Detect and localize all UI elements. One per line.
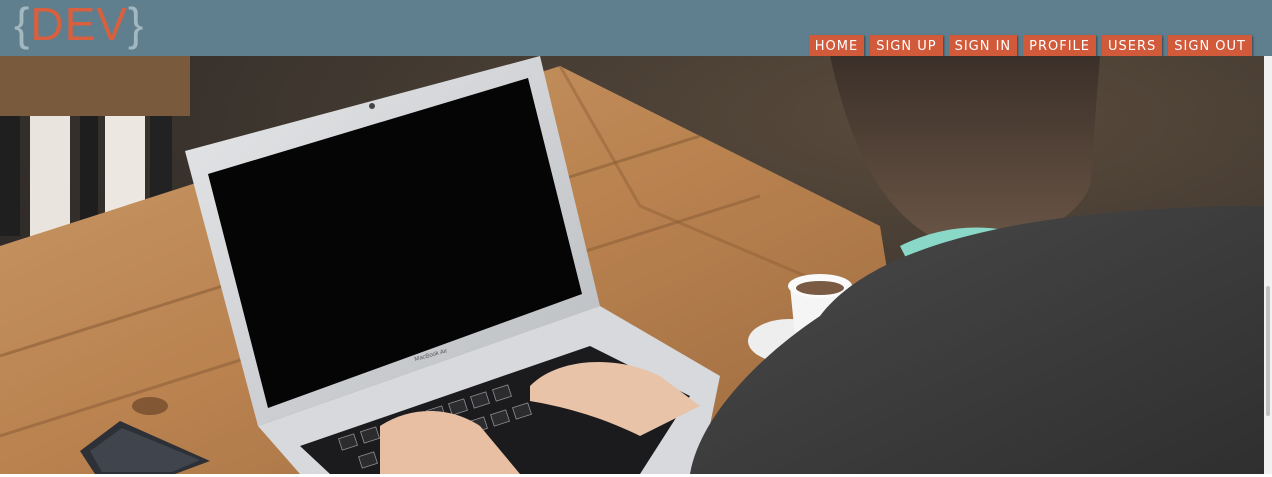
top-header: {DEV} HOME SIGN UP SIGN IN PROFILE USERS… [0, 0, 1272, 59]
site-logo[interactable]: {DEV} [14, 0, 144, 50]
hero-photo-illustration: MacBook Air [0, 56, 1264, 474]
logo-open-brace: { [14, 0, 31, 50]
logo-close-brace: } [127, 0, 145, 50]
page-scrollbar[interactable] [1264, 56, 1272, 474]
hero-image: MacBook Air [0, 56, 1264, 474]
logo-text: DEV [30, 0, 128, 50]
scrollbar-thumb[interactable] [1266, 286, 1270, 416]
